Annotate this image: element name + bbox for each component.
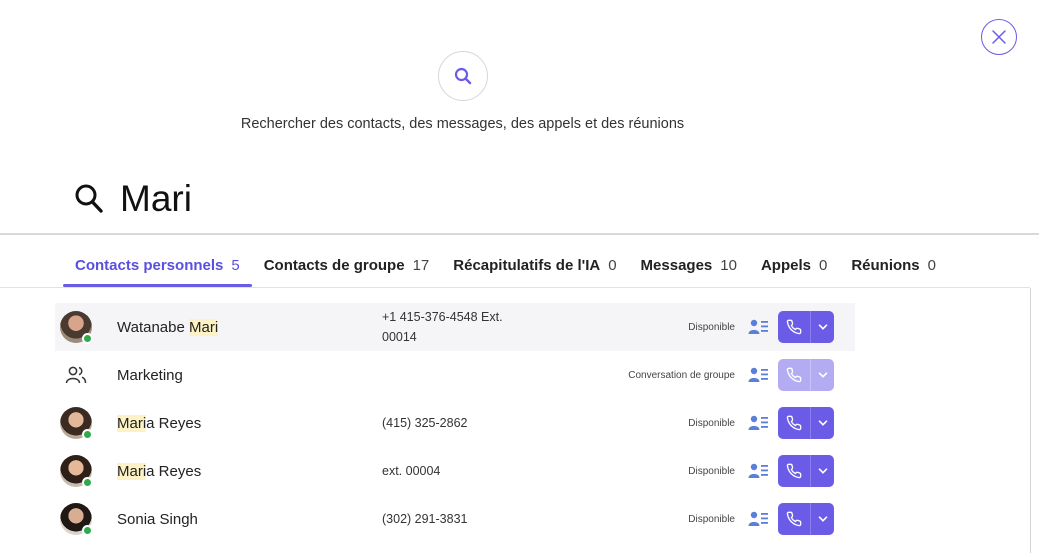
search-icon: [74, 183, 104, 215]
chevron-down-icon: [818, 516, 827, 522]
match-highlight: Mari: [117, 462, 147, 480]
status-label: Disponible: [688, 321, 735, 333]
contact-phone: +1 415-376-4548 Ext. 00014: [382, 310, 503, 344]
scrollbar[interactable]: [1030, 288, 1031, 553]
phone-icon: [786, 415, 802, 431]
chevron-down-icon: [818, 468, 827, 474]
presence-dot: [82, 429, 93, 440]
status-label: Disponible: [688, 417, 735, 429]
call-options-dropdown[interactable]: [810, 359, 834, 391]
presence-dot: [82, 477, 93, 488]
status-label: Conversation de groupe: [628, 369, 735, 381]
tab-reunions[interactable]: Réunions 0: [839, 251, 948, 287]
call-options-dropdown[interactable]: [810, 311, 834, 343]
search-bar: [74, 178, 720, 220]
tab-count: 0: [927, 257, 936, 274]
tab-label: Réunions: [851, 257, 920, 274]
call-split-button: [778, 311, 834, 343]
tabs-divider: [0, 287, 1030, 288]
contact-name: Sonia Singh: [117, 510, 198, 528]
tab-count: 0: [608, 257, 617, 274]
tab-contacts-personnels[interactable]: Contacts personnels 5: [63, 251, 252, 287]
call-button[interactable]: [778, 407, 810, 439]
close-button[interactable]: [981, 19, 1017, 55]
tab-recapitulatifs-ia[interactable]: Récapitulatifs de l'IA 0: [441, 251, 628, 287]
chevron-down-icon: [818, 420, 827, 426]
chevron-down-icon: [818, 324, 827, 330]
phone-icon: [786, 367, 802, 383]
contact-name: Maria Reyes: [117, 414, 202, 432]
call-split-button: [778, 359, 834, 391]
search-divider: [0, 233, 1039, 235]
hero-description: Rechercher des contacts, des messages, d…: [240, 116, 685, 132]
match-highlight: Mari: [189, 318, 219, 336]
contact-name: Watanabe Mari: [117, 318, 219, 336]
results-tabs: Contacts personnels 5 Contacts de groupe…: [63, 251, 948, 287]
search-icon: [454, 67, 472, 85]
list-item[interactable]: Marketing Conversation de groupe: [55, 351, 855, 399]
list-item[interactable]: Sonia Singh (302) 291-3831 Disponible: [55, 495, 855, 543]
presence-dot: [82, 525, 93, 536]
contact-phone: (302) 291-3831: [382, 512, 468, 526]
match-highlight: Mari: [117, 414, 147, 432]
call-button[interactable]: [778, 311, 810, 343]
phone-icon: [786, 319, 802, 335]
tab-label: Récapitulatifs de l'IA: [453, 257, 601, 274]
tab-count: 5: [231, 257, 240, 274]
list-item[interactable]: Maria Reyes (415) 325-2862 Disponible: [55, 399, 855, 447]
call-options-dropdown[interactable]: [810, 503, 834, 535]
presence-dot: [82, 333, 93, 344]
group-icon: [65, 366, 87, 384]
hero-search-badge: [438, 51, 488, 101]
contact-phone: ext. 00004: [382, 464, 441, 478]
search-input[interactable]: [120, 178, 720, 220]
phone-icon: [786, 511, 802, 527]
call-split-button: [778, 455, 834, 487]
call-button[interactable]: [778, 359, 810, 391]
call-split-button: [778, 503, 834, 535]
tab-appels[interactable]: Appels 0: [749, 251, 839, 287]
tab-count: 0: [818, 257, 828, 274]
status-label: Disponible: [688, 465, 735, 477]
contact-card-icon[interactable]: [748, 462, 768, 480]
contact-name: Maria Reyes: [117, 462, 202, 480]
call-options-dropdown[interactable]: [810, 455, 834, 487]
tab-messages[interactable]: Messages 10: [629, 251, 749, 287]
contact-card-icon[interactable]: [748, 510, 768, 528]
call-options-dropdown[interactable]: [810, 407, 834, 439]
contact-name: Marketing: [117, 366, 183, 384]
tab-count: 10: [720, 257, 737, 274]
tab-count: 17: [412, 257, 430, 274]
list-item[interactable]: Maria Reyes ext. 00004 Disponible: [55, 447, 855, 495]
results-list: Watanabe Mari +1 415-376-4548 Ext. 00014…: [55, 303, 855, 543]
chevron-down-icon: [818, 372, 827, 378]
contact-card-icon[interactable]: [748, 366, 768, 384]
contact-card-icon[interactable]: [748, 414, 768, 432]
tab-contacts-de-groupe[interactable]: Contacts de groupe 17: [252, 251, 442, 287]
status-label: Disponible: [688, 513, 735, 525]
list-item[interactable]: Watanabe Mari +1 415-376-4548 Ext. 00014…: [55, 303, 855, 351]
call-button[interactable]: [778, 455, 810, 487]
tab-label: Messages: [640, 257, 713, 274]
phone-icon: [786, 463, 802, 479]
tab-label: Appels: [760, 257, 811, 274]
tab-label: Contacts de groupe: [263, 257, 405, 274]
contact-phone: (415) 325-2862: [382, 416, 468, 430]
call-button[interactable]: [778, 503, 810, 535]
tab-label: Contacts personnels: [75, 257, 224, 274]
call-split-button: [778, 407, 834, 439]
close-icon: [992, 30, 1006, 44]
contact-card-icon[interactable]: [748, 318, 768, 336]
